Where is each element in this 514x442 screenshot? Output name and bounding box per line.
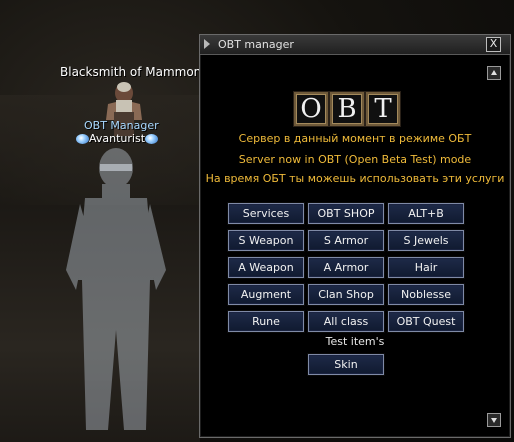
hair-button[interactable]: Hair [388,257,464,278]
logo-letter-t: T [366,92,400,126]
clan-shop-button[interactable]: Clan Shop [308,284,384,305]
test-items-label: Test item's [325,335,385,348]
obt-manager-window: OBT manager X O B T Сервер в данный моме… [199,34,511,438]
window-title: OBT manager [218,38,294,51]
rune-button[interactable]: Rune [228,311,304,332]
obt-quest-button[interactable]: OBT Quest [388,311,464,332]
services-button[interactable]: Services [228,203,304,224]
a-armor-button[interactable]: A Armor [308,257,384,278]
close-button[interactable]: X [486,37,501,52]
obt-logo: O B T [294,92,400,128]
scroll-up-icon[interactable] [487,66,501,80]
s-jewels-button[interactable]: S Jewels [388,230,464,251]
scroll-down-icon[interactable] [487,413,501,427]
title-arrow-icon [204,39,210,49]
npc-name-blacksmith[interactable]: Blacksmith of Mammon [60,65,201,79]
info-line-ru: Сервер в данный момент в режиме ОБТ [238,132,472,145]
skin-button[interactable]: Skin [308,354,384,375]
info-line-services: На время ОБТ ты можешь использовать эти … [205,172,505,185]
alt-b-button[interactable]: ALT+B [388,203,464,224]
noblesse-button[interactable]: Noblesse [388,284,464,305]
logo-letter-b: B [330,92,364,126]
augment-button[interactable]: Augment [228,284,304,305]
s-armor-button[interactable]: S Armor [308,230,384,251]
all-class-button[interactable]: All class [308,311,384,332]
obt-shop-button[interactable]: OBT SHOP [308,203,384,224]
info-line-en: Server now in OBT (Open Beta Test) mode [238,153,472,166]
ghost-npc-avanturist[interactable] [50,140,180,440]
close-icon: X [489,37,498,50]
s-weapon-button[interactable]: S Weapon [228,230,304,251]
window-titlebar[interactable]: OBT manager X [200,35,510,55]
logo-letter-o: O [294,92,328,126]
npc-title-obt-manager[interactable]: OBT Manager [84,119,159,132]
a-weapon-button[interactable]: A Weapon [228,257,304,278]
